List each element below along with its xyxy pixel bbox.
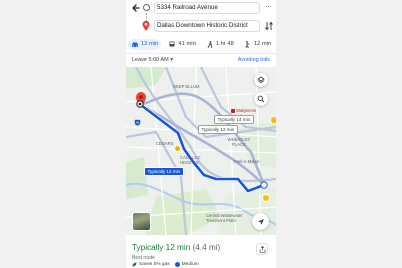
tab-transit[interactable]: 41 min bbox=[165, 39, 198, 50]
map-label-deep-ellum: DEEP ELLUM bbox=[173, 84, 200, 89]
toll-icon[interactable] bbox=[262, 194, 270, 202]
walgreens-label: Walgreens bbox=[236, 108, 257, 113]
search-icon bbox=[257, 95, 265, 103]
walk-icon bbox=[207, 40, 213, 48]
tab-walk[interactable]: 1 hr 48 bbox=[203, 39, 237, 50]
map-label-wheatley: WHEATLEY PLACE bbox=[227, 137, 251, 147]
leave-time-label: Leave 5:00 AM bbox=[132, 57, 169, 63]
map-label-park-manor: Park-n-Manor bbox=[234, 159, 260, 164]
map-label-central: Central Wastewater Treatment Plant bbox=[206, 213, 243, 223]
eta-time: Typically 12 min bbox=[132, 243, 191, 252]
map-label-cadillac: CADILLAC HEIGHTS bbox=[180, 155, 201, 165]
search-map-button[interactable] bbox=[254, 92, 268, 106]
highway-shield-number: 45 bbox=[136, 121, 140, 125]
street-view-thumbnail[interactable] bbox=[132, 212, 151, 231]
traffic-level-icon bbox=[174, 262, 180, 267]
transit-icon bbox=[169, 41, 175, 46]
navigation-arrow-icon bbox=[257, 218, 264, 225]
travel-mode-tabs: 12 min 41 min 1 hr 48 12 min 28 bbox=[126, 37, 276, 51]
swap-icon[interactable] bbox=[264, 20, 274, 32]
more-options-icon[interactable]: ··· bbox=[265, 3, 272, 11]
destination-pin-icon bbox=[142, 20, 150, 31]
tab-ride[interactable]: 12 min bbox=[241, 39, 274, 50]
tab-drive[interactable]: 12 min bbox=[128, 38, 162, 50]
eco-savings: Saves 5% gas bbox=[139, 262, 170, 267]
destination-input[interactable]: Dallas Downtown Historic District bbox=[154, 20, 260, 32]
eta-text: Typically 12 min (4.4 mi) bbox=[132, 243, 220, 252]
route-end-icon bbox=[136, 100, 144, 108]
route-summary-sheet[interactable]: Typically 12 min (4.4 mi) Best route Sav… bbox=[126, 235, 276, 268]
directions-screen: 5334 Railroad Avenue Dallas Downtown His… bbox=[126, 0, 276, 268]
tab-ride-label: 12 min bbox=[253, 41, 272, 47]
construction-icon[interactable] bbox=[174, 145, 181, 152]
main-route-callout[interactable]: Typically 12 min bbox=[144, 167, 184, 176]
back-arrow-icon[interactable] bbox=[130, 2, 142, 14]
share-icon bbox=[259, 245, 265, 253]
alt-route-callout-2[interactable]: Typically 12 min bbox=[198, 125, 238, 134]
leaf-icon bbox=[132, 262, 137, 267]
share-button[interactable] bbox=[256, 243, 268, 255]
traffic-level: Medium bbox=[181, 262, 199, 267]
route-map[interactable]: DEEP ELLUM Walgreens WHEATLEY PLACE CADI… bbox=[126, 67, 276, 235]
origin-input[interactable]: 5334 Railroad Avenue bbox=[154, 2, 260, 14]
alt-route-callout-1[interactable]: Typically 14 min bbox=[214, 115, 254, 124]
ride-icon bbox=[245, 40, 250, 48]
header-divider bbox=[126, 53, 276, 54]
eta-distance: (4.4 mi) bbox=[192, 243, 221, 252]
layers-button[interactable] bbox=[254, 73, 268, 87]
eco-info: Saves 5% gas Medium bbox=[132, 262, 199, 267]
layers-icon bbox=[257, 76, 265, 84]
directions-header: 5334 Railroad Avenue Dallas Downtown His… bbox=[126, 0, 276, 38]
map-label-cedars: CEDARS bbox=[156, 141, 174, 146]
tab-walk-label: 1 hr 48 bbox=[215, 41, 234, 47]
start-navigation-button[interactable] bbox=[252, 213, 269, 230]
avoiding-tolls-option[interactable]: Avoiding tolls bbox=[238, 57, 270, 63]
tab-drive-label: 12 min bbox=[141, 41, 159, 47]
car-icon bbox=[132, 42, 138, 47]
map-base bbox=[126, 67, 276, 235]
tab-transit-label: 41 min bbox=[178, 41, 196, 47]
best-route-label: Best route bbox=[132, 255, 155, 261]
store-icon bbox=[231, 108, 235, 113]
map-label-walgreens[interactable]: Walgreens bbox=[231, 108, 256, 113]
highway-shield-icon: 45 bbox=[134, 119, 141, 126]
leave-time-selector[interactable]: Leave 5:00 AM ▾ bbox=[132, 57, 173, 63]
origin-dot-icon bbox=[143, 4, 150, 11]
traffic-alert-icon[interactable] bbox=[271, 117, 276, 123]
